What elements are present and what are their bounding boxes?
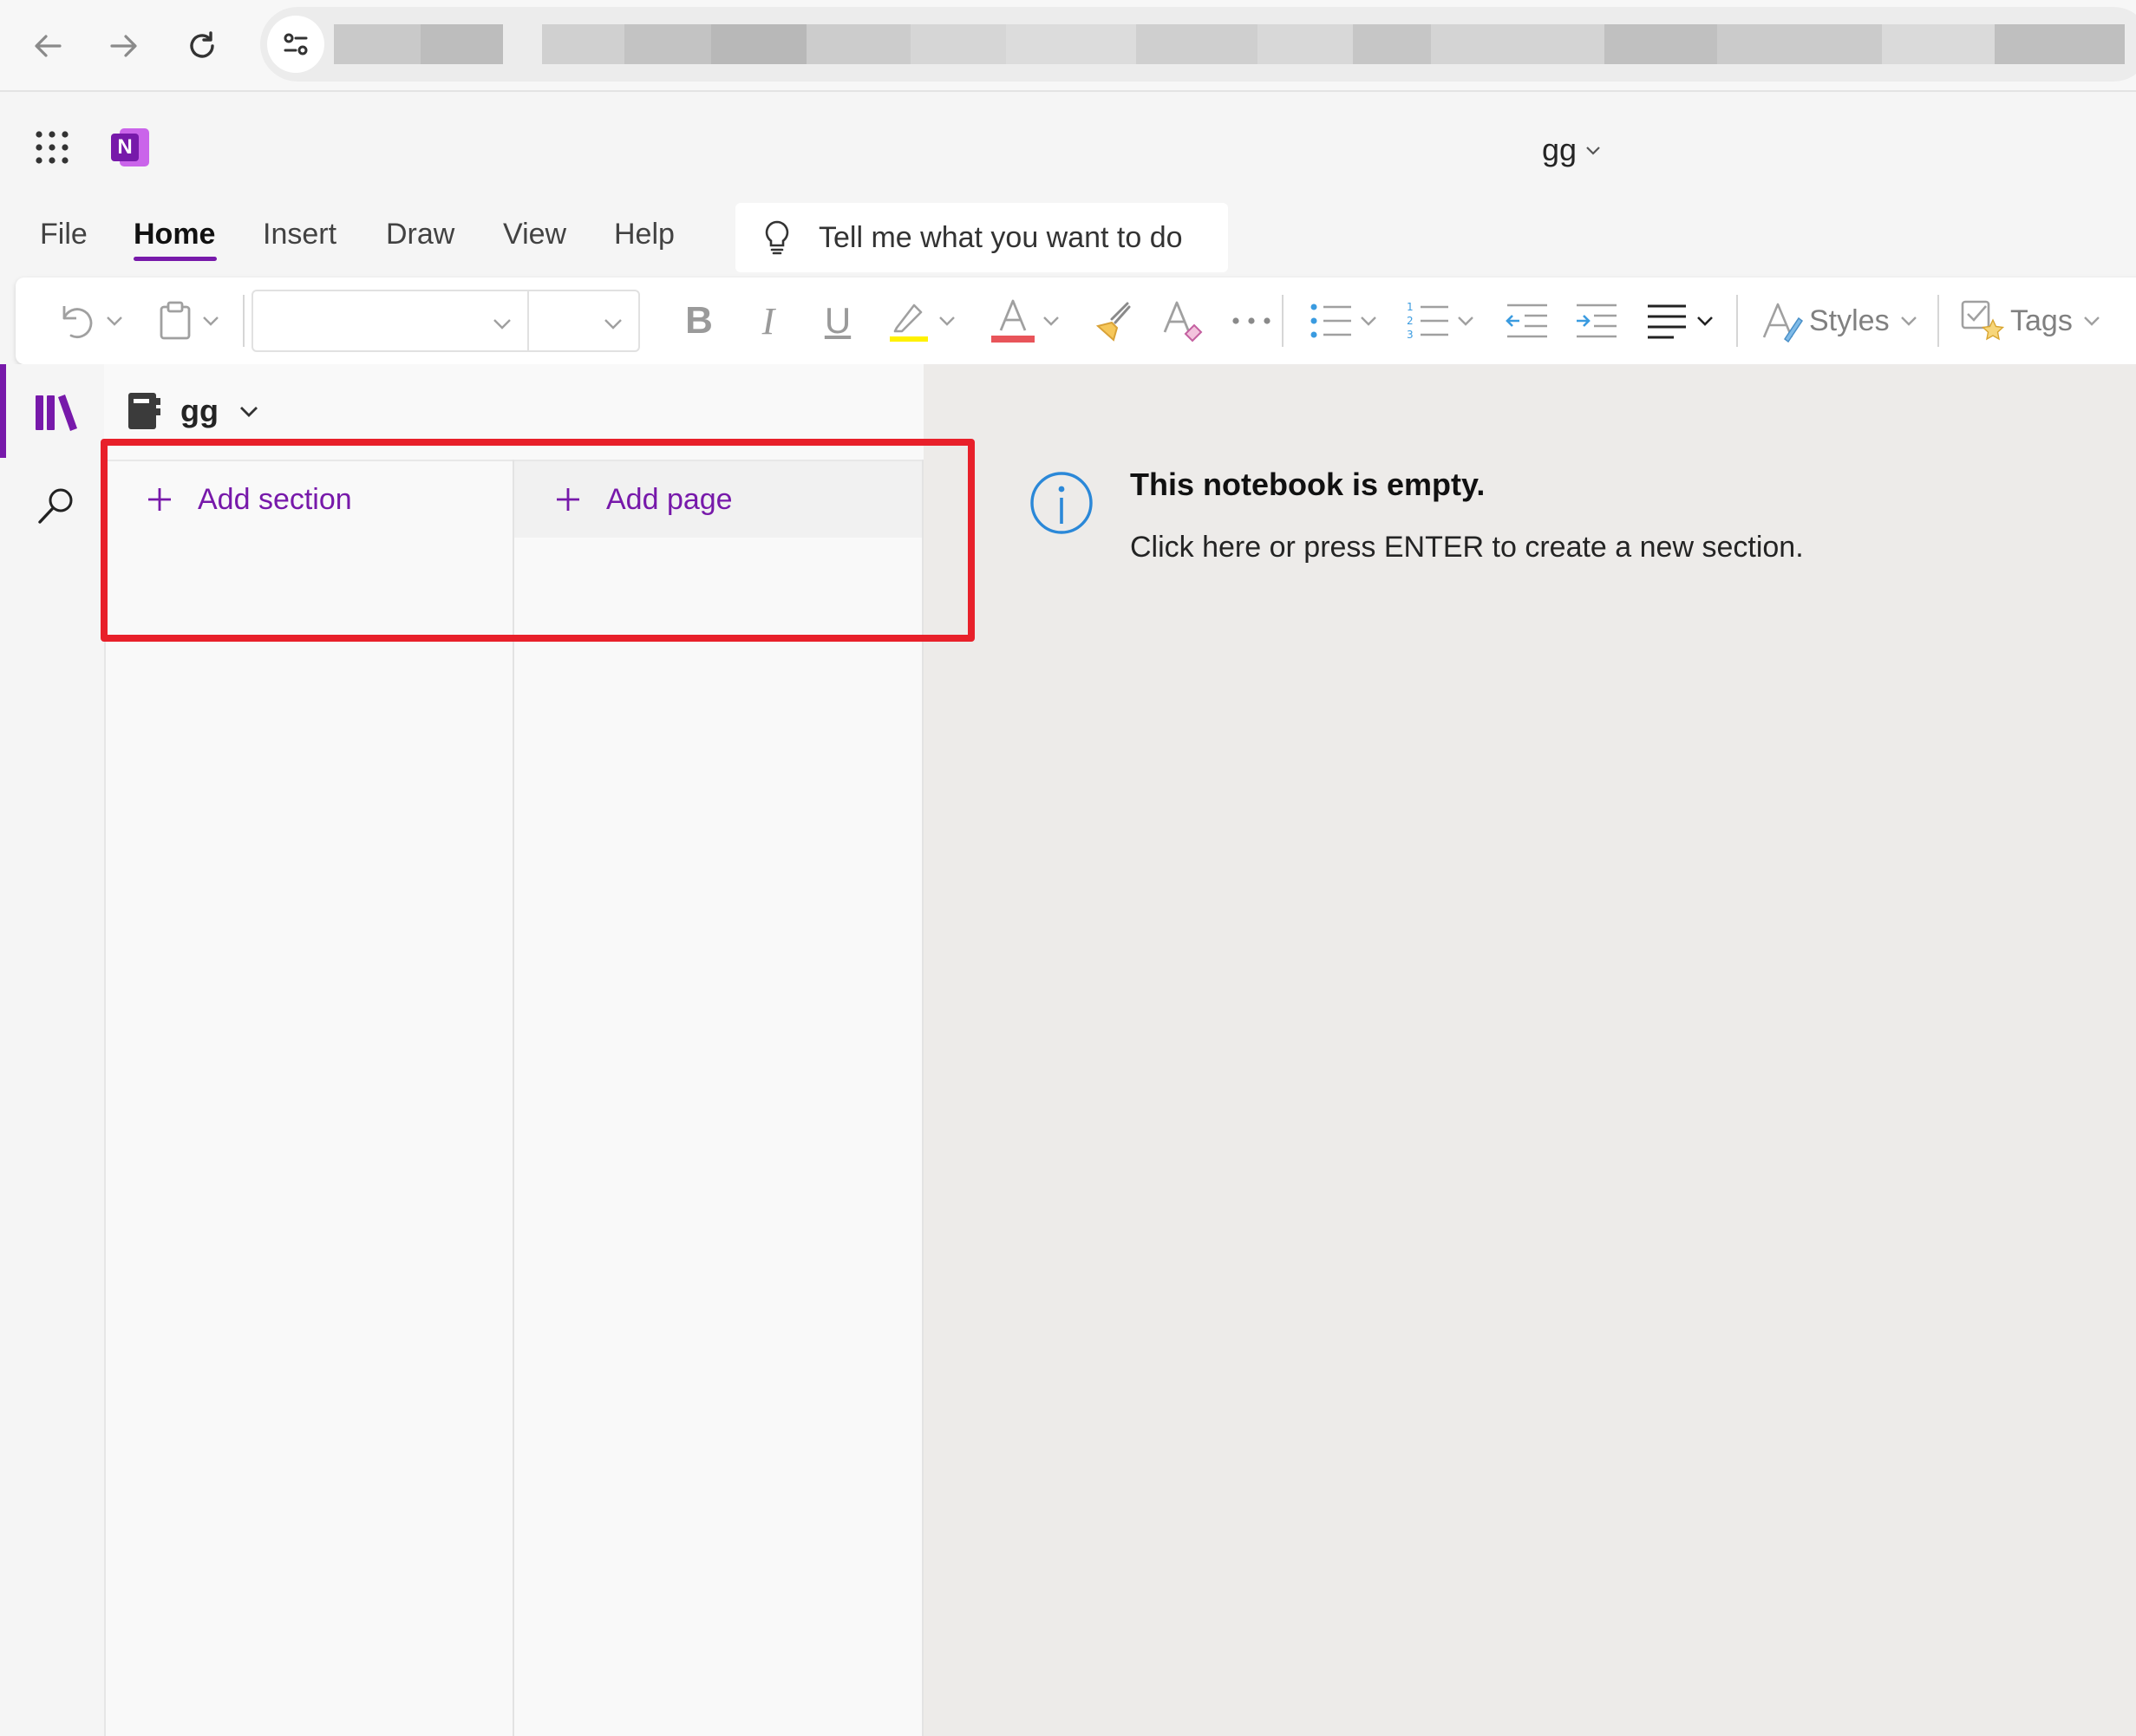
font-color-button[interactable] <box>978 295 1074 347</box>
underline-button[interactable]: U <box>812 295 864 347</box>
browser-toolbar <box>0 0 2136 92</box>
chevron-down-icon <box>1361 317 1376 326</box>
svg-text:2: 2 <box>1407 315 1414 327</box>
tab-insert[interactable]: Insert <box>263 208 336 260</box>
notebook-icon <box>128 393 160 429</box>
svg-text:1: 1 <box>1407 302 1414 313</box>
highlighter-icon <box>890 303 928 342</box>
align-left-icon <box>1648 304 1686 339</box>
tell-me-text: Tell me what you want to do <box>819 220 1183 254</box>
clear-formatting-button[interactable] <box>1152 295 1212 347</box>
chevron-down-icon <box>604 319 622 330</box>
tell-me-search[interactable]: Tell me what you want to do <box>735 203 1228 272</box>
navigation-rail <box>0 364 104 1736</box>
increase-indent-button[interactable] <box>1566 295 1627 347</box>
tag-checkbox-icon <box>1961 300 2005 341</box>
toolbar-separator <box>243 295 245 347</box>
create-section-prompt[interactable]: Click here or press ENTER to create a ne… <box>1130 531 1804 565</box>
notebook-switcher[interactable]: gg <box>127 387 260 435</box>
highlight-annotation-box <box>101 439 975 642</box>
forward-arrow-icon[interactable] <box>95 17 153 75</box>
paragraph-alignment-button[interactable] <box>1637 295 1724 347</box>
notebook-title-dropdown[interactable]: gg <box>1542 128 1603 172</box>
more-icon <box>1232 317 1270 324</box>
format-painter-button[interactable] <box>1084 295 1145 347</box>
rail-active-indicator <box>0 364 6 458</box>
notebook-name: gg <box>180 393 219 428</box>
info-icon <box>1027 468 1096 538</box>
tab-help[interactable]: Help <box>614 208 675 260</box>
ribbon-toolbar: B I U 123 Styles Tags <box>16 277 2136 364</box>
address-bar[interactable] <box>260 7 2136 82</box>
empty-notebook-title: This notebook is empty. <box>1130 467 1486 502</box>
font-size-select[interactable] <box>527 290 640 352</box>
chevron-down-icon <box>939 317 955 326</box>
chevron-down-icon <box>203 317 219 326</box>
active-tab-indicator <box>134 257 217 261</box>
toolbar-separator <box>1937 295 1939 347</box>
chevron-down-icon <box>1043 317 1059 326</box>
clipboard-icon <box>160 301 191 340</box>
search-button[interactable] <box>17 468 95 543</box>
onenote-logo-icon: N <box>111 128 149 166</box>
clear-formatting-icon <box>1163 301 1203 343</box>
paste-button[interactable] <box>146 295 232 347</box>
search-icon <box>38 488 73 524</box>
numbered-list-icon: 1 2 3 <box>1407 302 1448 340</box>
tab-view[interactable]: View <box>503 208 566 260</box>
italic-button[interactable]: I <box>742 295 794 347</box>
decrease-indent-button[interactable] <box>1497 295 1558 347</box>
more-options-button[interactable] <box>1221 295 1282 347</box>
format-painter-icon <box>1095 302 1131 342</box>
toolbar-separator <box>1282 295 1284 347</box>
chevron-down-icon <box>1900 317 1917 326</box>
notebooks-button[interactable] <box>17 375 95 449</box>
undo-button[interactable] <box>47 295 134 347</box>
undo-icon <box>62 306 93 338</box>
font-color-icon <box>991 299 1035 343</box>
notebooks-library-icon <box>36 395 77 431</box>
bullet-list-icon <box>1310 303 1351 338</box>
tab-file[interactable]: File <box>40 208 88 260</box>
decrease-indent-icon <box>1506 303 1547 338</box>
page-canvas[interactable] <box>924 364 2136 1736</box>
tags-button[interactable]: Tags <box>1960 295 2130 347</box>
bold-button[interactable]: B <box>673 295 725 347</box>
reload-icon[interactable] <box>173 17 231 75</box>
styles-icon <box>1762 303 1804 343</box>
logo-letter: N <box>111 134 139 161</box>
tags-label: Tags <box>2010 303 2073 337</box>
chevron-down-icon <box>2083 317 2100 326</box>
chevron-down-icon <box>1697 317 1713 326</box>
tab-home[interactable]: Home <box>134 208 215 260</box>
chevron-down-icon <box>493 319 511 330</box>
tab-draw[interactable]: Draw <box>386 208 454 260</box>
chevron-down-icon <box>1458 317 1473 326</box>
chevron-down-icon <box>239 407 258 417</box>
increase-indent-icon <box>1577 303 1617 338</box>
chevron-down-icon <box>107 317 122 326</box>
lightbulb-icon <box>765 220 789 255</box>
numbering-button[interactable]: 1 2 3 <box>1398 295 1485 347</box>
notebook-title: gg <box>1542 132 1578 167</box>
font-family-select[interactable] <box>251 290 529 352</box>
styles-button[interactable]: Styles <box>1760 295 1934 347</box>
app-launcher-icon[interactable] <box>26 121 78 173</box>
pages-pane <box>514 460 924 1736</box>
back-arrow-icon[interactable] <box>19 17 76 75</box>
bullets-button[interactable] <box>1301 295 1388 347</box>
chevron-down-icon <box>1586 147 1600 155</box>
site-settings-icon[interactable] <box>267 16 324 73</box>
highlight-color-button[interactable] <box>874 295 970 347</box>
styles-label: Styles <box>1809 303 1890 337</box>
toolbar-separator <box>1736 295 1738 347</box>
svg-text:3: 3 <box>1407 329 1414 340</box>
